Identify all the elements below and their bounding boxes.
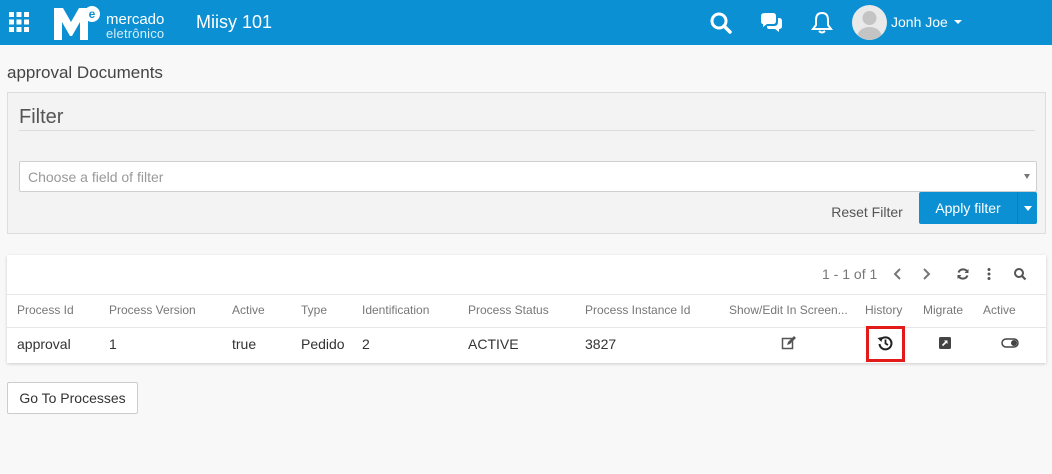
chevron-right-icon[interactable]: [918, 266, 934, 282]
refresh-icon[interactable]: [955, 266, 971, 282]
user-menu-name[interactable]: Jonh Joe: [891, 14, 948, 30]
processes-table: 1 - 1 of 1 Process Id Process Version Ac…: [7, 255, 1046, 363]
column-header-active-toggle[interactable]: Active: [983, 303, 1016, 317]
filter-panel: Filter Choose a field of filter Reset Fi…: [7, 92, 1046, 234]
bell-icon[interactable]: [809, 10, 835, 36]
reset-filter-button[interactable]: Reset Filter: [823, 197, 911, 227]
mercado-eletronico-logo[interactable]: e mercado eletrônico: [54, 5, 184, 41]
logo-sup: e: [89, 7, 96, 21]
column-header-process-instance-id[interactable]: Process Instance Id: [585, 303, 690, 317]
column-header-process-id[interactable]: Process Id: [17, 303, 74, 317]
filter-divider: [19, 130, 1035, 131]
chevron-left-icon[interactable]: [890, 266, 906, 282]
apps-grid-icon[interactable]: [9, 12, 29, 32]
app-title: Miisy 101: [196, 12, 273, 32]
cell-process-id: approval: [17, 336, 71, 352]
edit-icon[interactable]: [781, 335, 797, 351]
logo-text-line2: eletrônico: [106, 26, 165, 41]
filter-title: Filter: [19, 106, 64, 128]
column-header-history[interactable]: History: [865, 303, 902, 317]
chat-icon[interactable]: [758, 10, 784, 36]
apply-filter-button[interactable]: Apply filter: [919, 192, 1017, 224]
column-header-active[interactable]: Active: [232, 303, 265, 317]
top-navigation-bar: e mercado eletrônico Miisy 101 Jonh Joe: [0, 0, 1052, 45]
table-header-divider: [7, 294, 1046, 295]
cell-process-status: ACTIVE: [468, 336, 519, 352]
filter-field-select[interactable]: Choose a field of filter: [19, 161, 1037, 192]
migrate-icon[interactable]: [937, 335, 953, 351]
column-header-identification[interactable]: Identification: [362, 303, 429, 317]
more-vertical-icon[interactable]: [981, 266, 997, 282]
cell-type: Pedido: [301, 336, 345, 352]
cell-process-version: 1: [109, 336, 117, 352]
chevron-down-icon: [1024, 206, 1032, 211]
column-header-migrate[interactable]: Migrate: [923, 303, 963, 317]
column-header-type[interactable]: Type: [301, 303, 327, 317]
column-header-process-status[interactable]: Process Status: [468, 303, 549, 317]
pagination-text: 1 - 1 of 1: [822, 266, 878, 282]
history-highlight-box: [866, 326, 905, 362]
chevron-down-icon: [1024, 174, 1030, 179]
cell-active: true: [232, 336, 257, 352]
go-to-processes-button[interactable]: Go To Processes: [7, 382, 138, 414]
search-icon[interactable]: [1012, 266, 1028, 282]
column-header-show-edit[interactable]: Show/Edit In Screen...: [729, 303, 848, 317]
chevron-down-icon[interactable]: [954, 20, 962, 24]
filter-select-placeholder: Choose a field of filter: [28, 169, 164, 185]
cell-identification: 2: [362, 336, 370, 352]
column-header-process-version[interactable]: Process Version: [109, 303, 196, 317]
toggle-icon[interactable]: [1001, 335, 1019, 351]
search-icon[interactable]: [708, 10, 734, 36]
apply-filter-dropdown-button[interactable]: [1017, 192, 1037, 224]
page-title: approval Documents: [7, 63, 163, 82]
cell-process-instance-id: 3827: [585, 336, 617, 352]
user-avatar[interactable]: [852, 5, 887, 40]
